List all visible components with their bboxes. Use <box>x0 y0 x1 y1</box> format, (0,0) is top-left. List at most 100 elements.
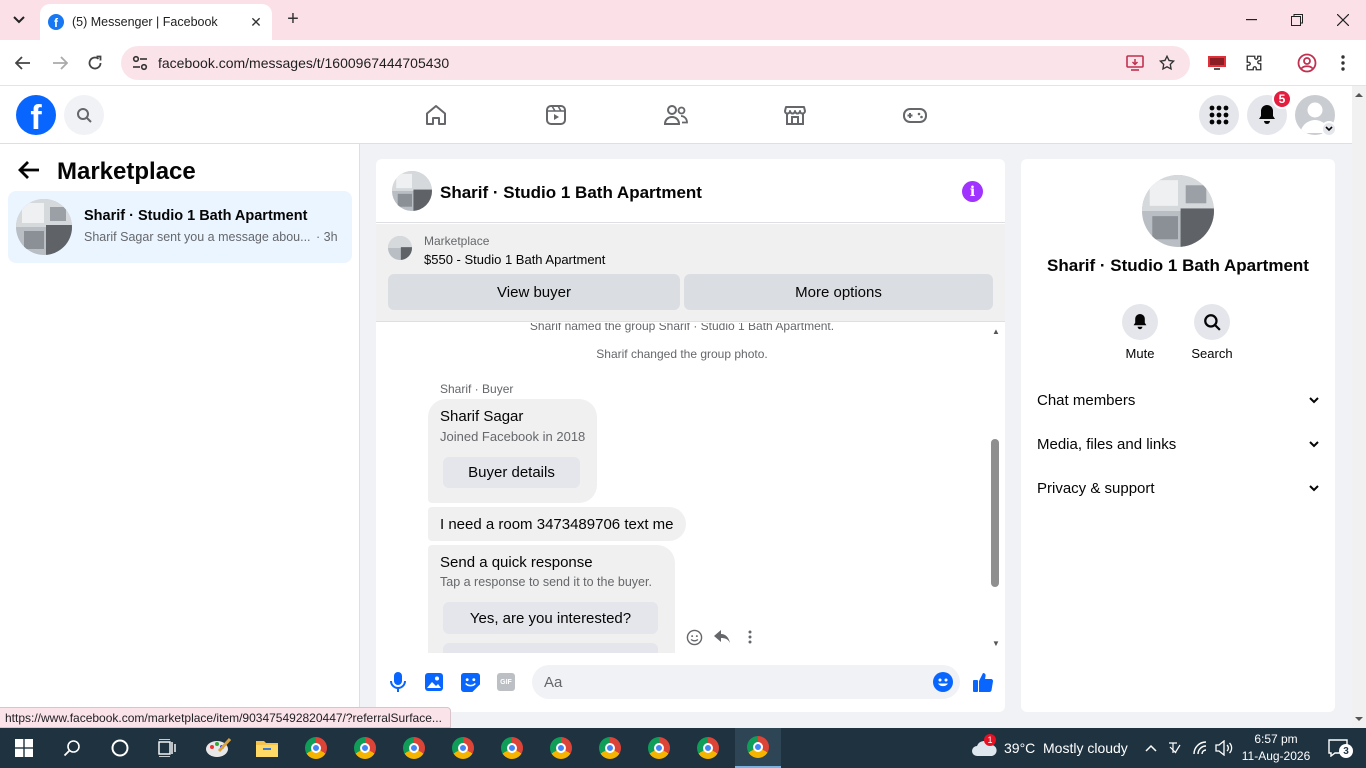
windows-taskbar: 1 39°C Mostly cloudy 6:57 pm 11-Aug-2026… <box>0 728 1366 768</box>
reply-icon[interactable] <box>712 627 732 647</box>
restore-window-icon[interactable] <box>1274 0 1320 40</box>
gif-icon[interactable]: GIF <box>495 671 517 693</box>
site-settings-icon[interactable] <box>131 54 149 75</box>
quick-response-option[interactable] <box>443 643 658 653</box>
file-explorer-icon[interactable] <box>247 732 287 764</box>
more-options-button[interactable]: More options <box>684 274 993 310</box>
close-tab-icon[interactable]: ✕ <box>248 14 264 30</box>
paint-app-icon[interactable] <box>198 732 238 764</box>
mute-button[interactable]: Mute <box>1110 304 1170 361</box>
chrome-icon[interactable] <box>296 732 336 764</box>
conversation-avatar <box>16 199 72 255</box>
action-center-icon[interactable]: 3 <box>1318 732 1358 764</box>
chat-scrollbar[interactable]: ▲ ▼ <box>988 323 1005 653</box>
buyer-details-button[interactable]: Buyer details <box>443 457 580 488</box>
scroll-up-arrow-icon[interactable]: ▲ <box>990 325 1002 337</box>
browser-tab-bar: f (5) Messenger | Facebook ✕ + <box>0 0 1366 40</box>
microphone-icon[interactable] <box>387 671 409 693</box>
chrome-profile-icon[interactable] <box>541 732 581 764</box>
listing-thumbnail[interactable] <box>388 236 412 260</box>
chrome-profile-icon[interactable] <box>688 732 728 764</box>
sticker-icon[interactable] <box>459 671 481 693</box>
chrome-profile-icon[interactable] <box>443 732 483 764</box>
back-arrow-icon[interactable] <box>11 51 35 75</box>
chevron-down-icon <box>1309 440 1319 447</box>
chrome-profile-icon[interactable] <box>345 732 385 764</box>
language-input-icon[interactable] <box>1164 732 1186 764</box>
weather-description[interactable]: Mostly cloudy <box>1043 728 1128 768</box>
message-input[interactable]: Aa <box>532 665 960 699</box>
back-arrow-icon[interactable] <box>18 160 46 184</box>
notification-count-badge: 3 <box>1339 744 1353 758</box>
quick-response-title: Send a quick response <box>440 554 593 571</box>
forward-arrow-icon[interactable] <box>48 51 72 75</box>
menu-grid-icon[interactable] <box>1199 95 1239 135</box>
section-label: Privacy & support <box>1037 479 1155 497</box>
volume-icon[interactable] <box>1212 732 1236 764</box>
chevron-down-icon <box>1309 396 1319 403</box>
chat-panel: Sharif · Studio 1 Bath Apartment i Marke… <box>376 159 1005 712</box>
chrome-profile-icon[interactable] <box>394 732 434 764</box>
section-chat-members[interactable]: Chat members <box>1037 378 1319 422</box>
address-bar[interactable]: facebook.com/messages/t/1600967444705430 <box>121 46 1190 80</box>
listing-title[interactable]: $550 - Studio 1 Bath Apartment <box>424 252 605 267</box>
chrome-profile-icon[interactable] <box>492 732 532 764</box>
page-scrollbar[interactable] <box>1352 86 1366 728</box>
chrome-active-window-icon[interactable] <box>735 728 781 768</box>
extensions-puzzle-icon[interactable] <box>1243 52 1265 74</box>
info-icon[interactable]: i <box>962 181 983 202</box>
mute-label: Mute <box>1125 346 1155 361</box>
message-bubble[interactable]: I need a room 3473489706 text me <box>428 507 686 541</box>
facebook-search-icon[interactable] <box>64 95 104 135</box>
close-window-icon[interactable] <box>1320 0 1366 40</box>
browser-tab[interactable]: f (5) Messenger | Facebook ✕ <box>40 4 272 40</box>
show-hidden-icons-chevron-up-icon[interactable] <box>1140 732 1162 764</box>
friends-icon[interactable] <box>656 95 696 135</box>
group-avatar[interactable] <box>1142 175 1214 247</box>
clock-time: 6:57 pm <box>1254 732 1298 746</box>
chat-avatar[interactable] <box>392 171 432 211</box>
video-icon[interactable] <box>536 95 576 135</box>
chat-title[interactable]: Sharif · Studio 1 Bath Apartment <box>440 183 702 203</box>
profile-icon[interactable] <box>1296 52 1318 74</box>
bookmark-star-icon[interactable] <box>1157 54 1177 72</box>
quick-response-option[interactable]: Yes, are you interested? <box>443 602 658 634</box>
facebook-logo-icon[interactable]: f <box>16 95 56 135</box>
tab-search-dropdown-icon[interactable] <box>6 7 32 33</box>
taskbar-search-icon[interactable] <box>52 732 92 764</box>
like-thumbs-up-icon[interactable] <box>972 671 994 693</box>
new-tab-button[interactable]: + <box>282 8 304 30</box>
chrome-profile-icon[interactable] <box>590 732 630 764</box>
weather-alert-badge: 1 <box>984 734 996 746</box>
extension-red-icon[interactable] <box>1206 52 1228 74</box>
reload-icon[interactable] <box>83 51 107 75</box>
weather-cloud-icon[interactable]: 1 <box>968 732 1000 764</box>
photo-icon[interactable] <box>423 671 445 693</box>
install-app-icon[interactable] <box>1125 54 1145 72</box>
cortana-icon[interactable] <box>100 732 140 764</box>
scrollbar-thumb[interactable] <box>991 439 999 587</box>
minimize-window-icon[interactable] <box>1228 0 1274 40</box>
section-media-files-links[interactable]: Media, files and links <box>1037 422 1319 466</box>
conversation-list-item[interactable]: Sharif · Studio 1 Bath Apartment Sharif … <box>8 191 352 263</box>
section-privacy-support[interactable]: Privacy & support <box>1037 466 1319 510</box>
mute-bell-icon <box>1122 304 1158 340</box>
account-chevron-down-icon[interactable] <box>1321 121 1337 137</box>
react-emoji-icon[interactable] <box>684 627 704 647</box>
chrome-profile-icon[interactable] <box>639 732 679 764</box>
task-view-icon[interactable] <box>148 732 188 764</box>
view-buyer-button[interactable]: View buyer <box>388 274 680 310</box>
windows-start-icon[interactable] <box>4 732 44 764</box>
sender-label: Sharif · Buyer <box>440 382 514 396</box>
weather-temperature[interactable]: 39°C <box>1004 728 1035 768</box>
emoji-icon[interactable] <box>932 671 954 693</box>
marketplace-icon[interactable] <box>775 95 815 135</box>
gaming-icon[interactable] <box>895 95 935 135</box>
wifi-icon[interactable] <box>1189 732 1211 764</box>
scroll-down-arrow-icon[interactable]: ▼ <box>990 637 1002 649</box>
home-icon[interactable] <box>416 95 456 135</box>
browser-menu-icon[interactable] <box>1332 52 1354 74</box>
search-button[interactable]: Search <box>1182 304 1242 361</box>
more-actions-icon[interactable] <box>740 627 760 647</box>
taskbar-clock[interactable]: 6:57 pm 11-Aug-2026 <box>1240 731 1312 765</box>
